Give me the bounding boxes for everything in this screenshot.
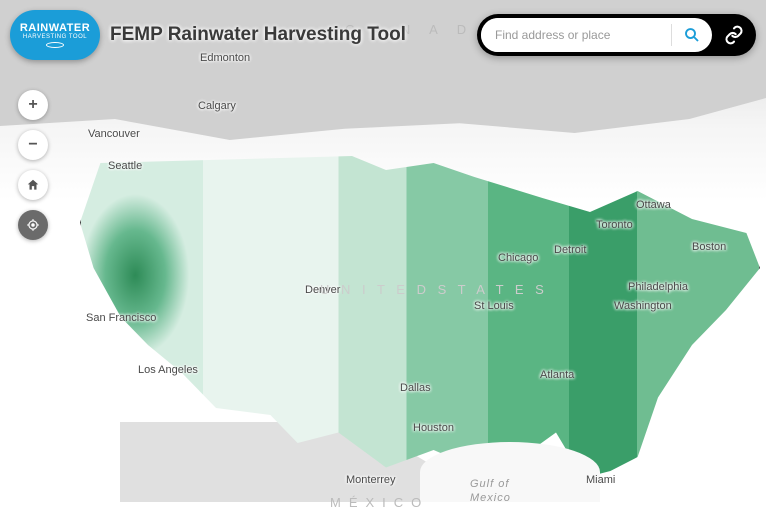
locate-me-button[interactable]: [18, 210, 48, 240]
gulf-of-mexico: [420, 442, 600, 502]
home-icon: [26, 178, 40, 192]
search-icon: [683, 26, 701, 44]
app-header: RAINWATER HARVESTING TOOL FEMP Rainwater…: [0, 0, 766, 70]
map-viewport[interactable]: EdmontonCalgaryVancouverSeattleSan Franc…: [0, 0, 766, 502]
locate-icon: [26, 218, 40, 232]
logo-line1: RAINWATER: [20, 22, 90, 34]
precipitation-choropleth: [80, 135, 760, 485]
link-icon: [724, 25, 744, 45]
zoom-in-button[interactable]: +: [18, 90, 48, 120]
app-title: FEMP Rainwater Harvesting Tool: [110, 24, 406, 46]
search-box: [481, 18, 712, 52]
home-extent-button[interactable]: [18, 170, 48, 200]
logo-line2: HARVESTING TOOL: [23, 34, 87, 40]
search-button[interactable]: [672, 18, 712, 52]
zoom-out-button[interactable]: −: [18, 130, 48, 160]
map-controls: + −: [18, 90, 48, 240]
search-input[interactable]: [481, 18, 671, 52]
water-drop-icon: [46, 42, 64, 48]
share-link-button[interactable]: [716, 18, 752, 52]
basemap: [0, 0, 766, 502]
us-precipitation-layer: [80, 135, 760, 485]
app-logo[interactable]: RAINWATER HARVESTING TOOL: [10, 10, 100, 60]
header-toolbar: [477, 14, 756, 56]
